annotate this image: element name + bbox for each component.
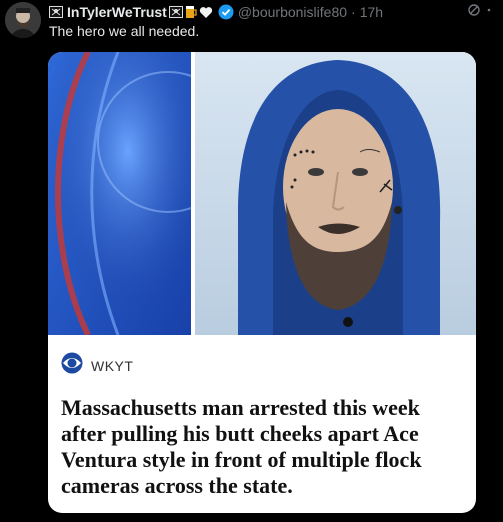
media-card[interactable]: WKYT Massachusetts man arrested this wee… bbox=[48, 52, 476, 513]
white-heart-icon bbox=[199, 6, 213, 19]
tweet-header: InTylerWeTrust @bourbonislife80 · 17h bbox=[49, 3, 491, 21]
timestamp[interactable]: 17h bbox=[360, 4, 383, 20]
header-actions bbox=[467, 3, 491, 20]
news-photo[interactable] bbox=[48, 52, 476, 335]
headline: Massachusetts man arrested this week aft… bbox=[61, 395, 422, 498]
source-row: WKYT bbox=[61, 352, 133, 379]
more-options-icon[interactable] bbox=[487, 3, 491, 20]
tweet-text: The hero we all needed. bbox=[49, 23, 200, 39]
author-handle[interactable]: @bourbonislife80 bbox=[238, 4, 347, 20]
verified-badge-icon bbox=[218, 4, 234, 20]
pirate-flag-icon bbox=[168, 6, 183, 18]
cbs-eye-logo-icon bbox=[61, 352, 83, 379]
beer-mug-icon bbox=[185, 5, 197, 19]
separator-dot: · bbox=[351, 4, 356, 20]
display-name[interactable]: InTylerWeTrust bbox=[67, 4, 167, 20]
avatar[interactable] bbox=[5, 2, 41, 38]
grok-icon[interactable] bbox=[467, 3, 481, 20]
news-source-name: WKYT bbox=[91, 357, 134, 374]
pirate-flag-icon bbox=[49, 6, 63, 18]
